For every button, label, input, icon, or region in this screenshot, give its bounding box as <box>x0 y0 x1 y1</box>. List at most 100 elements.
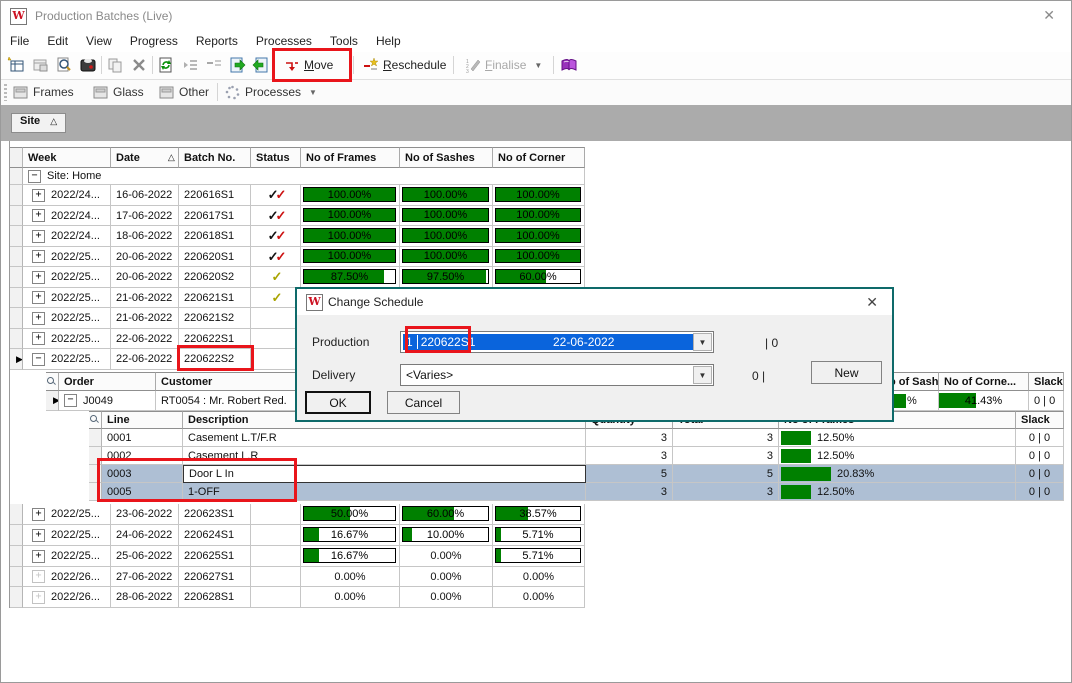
cancel-button[interactable]: Cancel <box>387 391 460 414</box>
header-no-of-sashes[interactable]: No of Sashes <box>400 147 493 168</box>
frames-progress-cell[interactable]: 0.00% <box>301 567 400 587</box>
week-cell[interactable]: +2022/26... <box>23 587 111 608</box>
header-week[interactable]: Week <box>23 147 111 168</box>
expand-button[interactable]: + <box>32 332 45 345</box>
week-cell[interactable]: +2022/25... <box>23 504 111 525</box>
date-cell[interactable]: 24-06-2022 <box>111 525 179 546</box>
frames-progress-cell[interactable]: 100.00% <box>301 247 400 267</box>
sashes-progress-cell[interactable]: 60.00% <box>400 504 493 525</box>
ok-button[interactable]: OK <box>305 391 371 414</box>
header-date[interactable]: Date△ <box>111 147 179 168</box>
line-cell[interactable]: 0005 <box>102 483 183 501</box>
status-cell[interactable] <box>251 349 301 370</box>
sashes-progress-cell[interactable]: 0.00% <box>400 546 493 567</box>
frames-progress-cell[interactable]: 12.50% <box>779 483 1016 501</box>
batch-no-cell[interactable]: 220620S1 <box>179 247 251 267</box>
line-cell[interactable]: 0002 <box>102 447 183 465</box>
sashes-progress-cell[interactable]: 0.00% <box>400 567 493 587</box>
header-no-of-frames[interactable]: No of Frames <box>301 147 400 168</box>
header-order[interactable]: Order <box>59 372 156 391</box>
date-cell[interactable]: 17-06-2022 <box>111 206 179 226</box>
week-cell[interactable]: +2022/25... <box>23 267 111 288</box>
status-cell[interactable] <box>251 329 301 349</box>
batch-no-cell[interactable]: 220622S2 <box>179 349 251 370</box>
batch-no-cell[interactable]: 220624S1 <box>179 525 251 546</box>
expand-button[interactable]: + <box>32 291 45 304</box>
corner-progress-cell[interactable]: 38.57% <box>493 504 585 525</box>
date-cell[interactable]: 22-06-2022 <box>111 349 179 370</box>
order-cell[interactable]: −J0049 <box>59 391 156 411</box>
batch-no-cell[interactable]: 220625S1 <box>179 546 251 567</box>
line-cell[interactable]: 0001 <box>102 429 183 447</box>
status-cell[interactable]: ✓ <box>251 267 301 288</box>
collapse-button[interactable]: − <box>32 353 45 366</box>
date-cell[interactable]: 23-06-2022 <box>111 504 179 525</box>
corner-progress-cell[interactable]: 5.71% <box>493 546 585 567</box>
week-cell[interactable]: +2022/25... <box>23 247 111 267</box>
expand-button[interactable]: + <box>32 508 45 521</box>
week-cell[interactable]: +2022/24... <box>23 226 111 247</box>
total-cell[interactable]: 5 <box>673 465 779 483</box>
status-cell[interactable] <box>251 525 301 546</box>
status-cell[interactable]: ✓✓ <box>251 206 301 226</box>
batch-no-cell[interactable]: 220620S2 <box>179 267 251 288</box>
batch-no-cell[interactable]: 220622S1 <box>179 329 251 349</box>
slack-cell[interactable]: 0 | 0 <box>1016 429 1064 447</box>
collapse-button[interactable]: − <box>64 394 77 407</box>
expand-button[interactable]: + <box>32 209 45 222</box>
frames-progress-cell[interactable]: 12.50% <box>779 429 1016 447</box>
week-cell[interactable]: +2022/25... <box>23 329 111 349</box>
status-cell[interactable]: ✓✓ <box>251 185 301 206</box>
week-cell[interactable]: +2022/25... <box>23 525 111 546</box>
slack-cell[interactable]: 0 | 0 <box>1016 483 1064 501</box>
status-cell[interactable] <box>251 546 301 567</box>
week-cell[interactable]: +2022/25... <box>23 308 111 329</box>
description-cell[interactable]: Casement L.T/F.R <box>183 429 586 447</box>
slack-cell[interactable]: 0 | 0 <box>1016 447 1064 465</box>
frames-progress-cell[interactable]: 100.00% <box>301 206 400 226</box>
line-cell[interactable]: 0003 <box>102 465 183 483</box>
status-cell[interactable] <box>251 308 301 329</box>
sashes-progress-cell[interactable]: 0.00% <box>400 587 493 608</box>
week-cell[interactable]: +2022/25... <box>23 546 111 567</box>
dialog-close-icon[interactable]: ✕ <box>866 294 878 311</box>
corner-progress-cell[interactable]: 100.00% <box>493 185 585 206</box>
production-dropdown-icon[interactable]: ▼ <box>693 333 712 351</box>
expand-button[interactable]: + <box>32 550 45 563</box>
sashes-progress-cell[interactable]: 100.00% <box>400 247 493 267</box>
frames-progress-cell[interactable]: 16.67% <box>301 546 400 567</box>
corner-progress-cell[interactable]: 5.71% <box>493 525 585 546</box>
frames-progress-cell[interactable]: 0.00% <box>301 587 400 608</box>
expand-button[interactable]: + <box>32 312 45 325</box>
batch-no-cell[interactable]: 220621S1 <box>179 288 251 308</box>
date-cell[interactable]: 25-06-2022 <box>111 546 179 567</box>
corner-progress-cell[interactable]: 60.00% <box>493 267 585 288</box>
header-batch-no[interactable]: Batch No. <box>179 147 251 168</box>
date-cell[interactable]: 20-06-2022 <box>111 267 179 288</box>
quantity-cell[interactable]: 3 <box>586 483 673 501</box>
quantity-cell[interactable]: 3 <box>586 429 673 447</box>
header-no-of-corner[interactable]: No of Corne... <box>939 372 1029 391</box>
group-row-site-home[interactable]: −Site: Home <box>23 168 585 185</box>
sashes-progress-cell[interactable]: 100.00% <box>400 206 493 226</box>
date-cell[interactable]: 28-06-2022 <box>111 587 179 608</box>
corner-progress-cell[interactable]: 0.00% <box>493 587 585 608</box>
batch-no-cell[interactable]: 220621S2 <box>179 308 251 329</box>
status-cell[interactable]: ✓✓ <box>251 247 301 267</box>
header-line-slack[interactable]: Slack <box>1016 411 1064 429</box>
header-no-of-corner[interactable]: No of Corner <box>493 147 585 168</box>
production-combobox[interactable]: 1 220622S1 22-06-2022 ▼ <box>400 331 714 353</box>
expand-button[interactable]: + <box>32 189 45 202</box>
description-cell[interactable]: 1-OFF <box>183 483 586 501</box>
header-line[interactable]: Line <box>102 411 183 429</box>
corner-progress-cell[interactable]: 0.00% <box>493 567 585 587</box>
description-cell[interactable]: Door L In <box>183 465 586 483</box>
sashes-progress-cell[interactable]: 97.50% <box>400 267 493 288</box>
batch-no-cell[interactable]: 220617S1 <box>179 206 251 226</box>
status-cell[interactable] <box>251 504 301 525</box>
week-cell[interactable]: +2022/24... <box>23 206 111 226</box>
week-cell[interactable]: +2022/25... <box>23 288 111 308</box>
frames-progress-cell[interactable]: 100.00% <box>301 226 400 247</box>
delivery-combobox[interactable]: <Varies> ▼ <box>400 364 714 386</box>
date-cell[interactable]: 21-06-2022 <box>111 308 179 329</box>
